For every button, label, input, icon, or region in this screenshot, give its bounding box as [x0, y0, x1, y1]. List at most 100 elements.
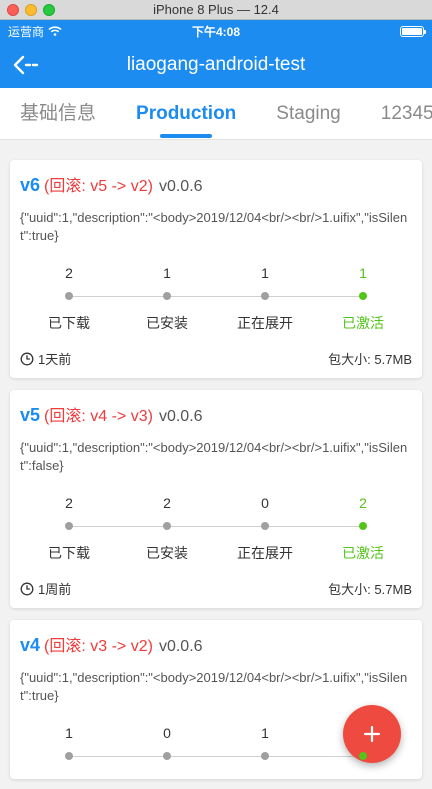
size-label: 包大小:: [328, 352, 371, 367]
battery-icon: [400, 25, 426, 37]
stat-label: 正在展开: [237, 545, 293, 561]
stat-unpacking: 1 正在展开: [216, 265, 314, 333]
status-time: 下午4:08: [191, 24, 241, 39]
rollback-info: (回滚: v5 -> v2): [44, 178, 153, 195]
wifi-icon: [48, 26, 62, 36]
app-version: v0.0.6: [158, 178, 203, 195]
release-list: v6 (回滚: v5 -> v2) v0.0.6 {"uuid":1,"desc…: [0, 140, 432, 779]
size-value: 5.7MB: [374, 352, 412, 367]
navigation-bar: liaogang-android-test: [0, 42, 432, 88]
stat-value: 2: [163, 495, 171, 511]
stat-value: 1: [65, 725, 73, 741]
stat-value: 1: [359, 265, 367, 281]
carrier-label: 运营商: [8, 24, 45, 39]
stat-value: 2: [65, 265, 73, 281]
release-header: v4 (回滚: v3 -> v2) v0.0.6: [20, 632, 412, 656]
release-card[interactable]: v6 (回滚: v5 -> v2) v0.0.6 {"uuid":1,"desc…: [10, 160, 422, 378]
stat-label: 已激活: [342, 315, 384, 331]
stat-downloaded: 2 已下载: [20, 495, 118, 563]
stat-dot: [65, 292, 73, 300]
stat-value: 2: [65, 495, 73, 511]
release-header: v5 (回滚: v4 -> v3) v0.0.6: [20, 402, 412, 426]
clock-icon: [20, 582, 34, 595]
stat-label: 已安装: [146, 315, 188, 331]
release-footer: 1周前 包大小: 5.7MB: [20, 579, 412, 598]
simulator-titlebar: iPhone 8 Plus — 12.4: [0, 0, 432, 20]
stat-unpacking: 0 正在展开: [216, 495, 314, 563]
stat-unpacking: 1: [216, 725, 314, 769]
zoom-window-button[interactable]: [43, 4, 55, 16]
release-footer: 1天前 包大小: 5.7MB: [20, 349, 412, 368]
stat-label: 已下载: [48, 545, 90, 561]
stat-installed: 0: [118, 725, 216, 769]
release-time: 1天前: [20, 349, 71, 368]
stat-dot: [65, 522, 73, 530]
stat-downloaded: 1: [20, 725, 118, 769]
page-title: liaogang-android-test: [126, 54, 306, 75]
stat-installed: 1 已安装: [118, 265, 216, 333]
stat-dot: [359, 752, 367, 760]
stat-dot: [359, 522, 367, 530]
package-size: 包大小: 5.7MB: [328, 579, 412, 598]
app-version: v0.0.6: [158, 408, 203, 425]
stat-value: 1: [261, 265, 269, 281]
tab-basic-info[interactable]: 基础信息: [0, 88, 116, 139]
back-arrow-icon: [13, 55, 39, 75]
stat-label: 已下载: [48, 315, 90, 331]
release-description: {"uuid":1,"description":"<body>2019/12/0…: [20, 210, 408, 243]
back-button[interactable]: [10, 50, 42, 80]
stat-label: 已安装: [146, 545, 188, 561]
minimize-window-button[interactable]: [25, 4, 37, 16]
release-card[interactable]: v4 (回滚: v3 -> v2) v0.0.6 {"uuid":1,"desc…: [10, 620, 422, 779]
stat-value: 1: [163, 265, 171, 281]
release-version: v6: [20, 175, 41, 195]
stat-value: 1: [261, 725, 269, 741]
app-version: v0.0.6: [158, 638, 203, 655]
release-header: v6 (回滚: v5 -> v2) v0.0.6: [20, 172, 412, 196]
stat-dot: [163, 292, 171, 300]
stat-dot: [163, 752, 171, 760]
stat-downloaded: 2 已下载: [20, 265, 118, 333]
tab-bar: 基础信息 Production Staging 12345: [0, 88, 432, 140]
release-time: 1周前: [20, 579, 71, 598]
add-release-button[interactable]: [343, 705, 401, 763]
time-ago: 1周前: [38, 582, 72, 597]
size-label: 包大小:: [328, 582, 371, 597]
stat-dot: [359, 292, 367, 300]
release-card[interactable]: v5 (回滚: v4 -> v3) v0.0.6 {"uuid":1,"desc…: [10, 390, 422, 608]
stat-label: 已激活: [342, 545, 384, 561]
stat-dot: [65, 752, 73, 760]
close-window-button[interactable]: [7, 4, 19, 16]
tab-staging[interactable]: Staging: [256, 88, 360, 139]
stat-activated: 2 已激活: [314, 495, 412, 563]
time-ago: 1天前: [38, 352, 72, 367]
stat-label: 正在展开: [237, 315, 293, 331]
stat-value: 0: [261, 495, 269, 511]
release-stats: 2 已下载 1 已安装 1 正在展开 1 已激活: [20, 265, 412, 333]
plus-icon: [363, 725, 381, 743]
tab-12345[interactable]: 12345: [361, 88, 432, 139]
status-bar: 运营商 下午4:08: [0, 20, 432, 42]
package-size: 包大小: 5.7MB: [328, 349, 412, 368]
stat-value: 0: [163, 725, 171, 741]
app-header: 运营商 下午4:08 liaogang-android-test: [0, 20, 432, 88]
window-title: iPhone 8 Plus — 12.4: [153, 2, 279, 17]
stat-dot: [163, 522, 171, 530]
release-version: v5: [20, 405, 41, 425]
stat-activated: 1 已激活: [314, 265, 412, 333]
size-value: 5.7MB: [374, 582, 412, 597]
stat-dot: [261, 522, 269, 530]
tab-production[interactable]: Production: [116, 88, 256, 139]
release-stats: 2 已下载 2 已安装 0 正在展开 2 已激活: [20, 495, 412, 563]
stat-dot: [261, 752, 269, 760]
clock-icon: [20, 352, 34, 365]
carrier-info: 运营商: [8, 23, 62, 40]
rollback-info: (回滚: v3 -> v2): [44, 638, 153, 655]
stat-value: 2: [359, 495, 367, 511]
rollback-info: (回滚: v4 -> v3): [44, 408, 153, 425]
stat-installed: 2 已安装: [118, 495, 216, 563]
release-version: v4: [20, 635, 41, 655]
window-controls: [7, 4, 55, 16]
release-description: {"uuid":1,"description":"<body>2019/12/0…: [20, 440, 408, 473]
stat-dot: [261, 292, 269, 300]
